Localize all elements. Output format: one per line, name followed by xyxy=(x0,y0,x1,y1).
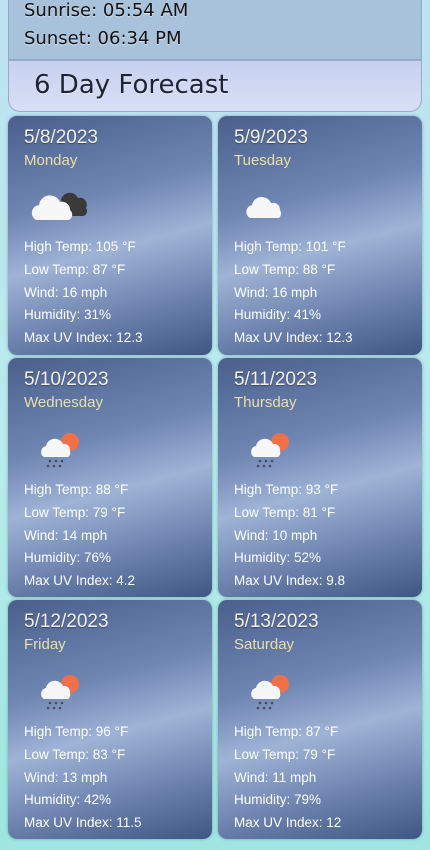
max-uv-index: Max UV Index: 12 xyxy=(234,815,342,830)
max-uv-index: Max UV Index: 9.8 xyxy=(234,573,346,588)
sun-rain-icon xyxy=(251,675,289,710)
sunset-text: Sunset: 06:34 PM xyxy=(24,28,182,49)
forecast-date: 5/8/2023 xyxy=(24,127,98,148)
forecast-day: Tuesday xyxy=(234,152,291,169)
forecast-card-1: 5/9/2023 Tuesday High Temp: 101 °F Low T… xyxy=(218,116,422,355)
max-uv-index: Max UV Index: 4.2 xyxy=(24,573,136,588)
cloud-icon xyxy=(246,196,282,218)
humidity: Humidity: 31% xyxy=(24,307,112,322)
forecast-date: 5/10/2023 xyxy=(24,369,109,390)
low-temp: Low Temp: 83 °F xyxy=(24,747,126,762)
forecast-date: 5/9/2023 xyxy=(234,127,308,148)
humidity: Humidity: 52% xyxy=(234,550,322,565)
sun-times-panel: Sunrise: 05:54 AM Sunset: 06:34 PM xyxy=(8,0,422,60)
humidity: Humidity: 42% xyxy=(24,792,112,807)
low-temp: Low Temp: 88 °F xyxy=(234,262,336,277)
high-temp: High Temp: 105 °F xyxy=(24,239,136,254)
forecast-card-4: 5/12/2023 Friday High Temp: 96 °F Low Te… xyxy=(8,600,212,839)
low-temp: Low Temp: 79 °F xyxy=(234,747,336,762)
forecast-day: Thursday xyxy=(234,394,297,411)
forecast-card-2: 5/10/2023 Wednesday High Temp: 88 °F Low… xyxy=(8,358,212,597)
wind-speed: Wind: 14 mph xyxy=(24,528,108,543)
low-temp: Low Temp: 79 °F xyxy=(24,505,126,520)
forecast-header: 6 Day Forecast xyxy=(8,60,422,112)
wind-speed: Wind: 10 mph xyxy=(234,528,318,543)
forecast-card-5: 5/13/2023 Saturday High Temp: 87 °F Low … xyxy=(218,600,422,839)
sun-rain-icon xyxy=(41,675,79,710)
high-temp: High Temp: 96 °F xyxy=(24,724,129,739)
high-temp: High Temp: 101 °F xyxy=(234,239,346,254)
sun-rain-icon xyxy=(41,433,79,468)
forecast-card-0: 5/8/2023 Monday High Temp: 105 °F Low Te… xyxy=(8,116,212,355)
humidity: Humidity: 41% xyxy=(234,307,322,322)
forecast-day: Friday xyxy=(24,636,66,653)
wind-speed: Wind: 11 mph xyxy=(234,770,317,785)
cloudy-icon xyxy=(31,192,88,220)
forecast-card-3: 5/11/2023 Thursday High Temp: 93 °F Low … xyxy=(218,358,422,597)
max-uv-index: Max UV Index: 12.3 xyxy=(234,330,353,345)
high-temp: High Temp: 93 °F xyxy=(234,482,339,497)
forecast-day: Saturday xyxy=(234,636,295,653)
high-temp: High Temp: 87 °F xyxy=(234,724,339,739)
sunrise-text: Sunrise: 05:54 AM xyxy=(24,0,189,21)
forecast-day: Monday xyxy=(24,152,78,169)
high-temp: High Temp: 88 °F xyxy=(24,482,129,497)
wind-speed: Wind: 13 mph xyxy=(24,770,108,785)
humidity: Humidity: 76% xyxy=(24,550,112,565)
humidity: Humidity: 79% xyxy=(234,792,322,807)
wind-speed: Wind: 16 mph xyxy=(234,285,318,300)
max-uv-index: Max UV Index: 12.3 xyxy=(24,330,143,345)
forecast-day: Wednesday xyxy=(24,394,103,411)
low-temp: Low Temp: 81 °F xyxy=(234,505,336,520)
max-uv-index: Max UV Index: 11.5 xyxy=(24,815,142,830)
forecast-title: 6 Day Forecast xyxy=(34,70,229,100)
forecast-date: 5/13/2023 xyxy=(234,611,319,632)
forecast-date: 5/11/2023 xyxy=(234,369,318,390)
forecast-date: 5/12/2023 xyxy=(24,611,109,632)
wind-speed: Wind: 16 mph xyxy=(24,285,108,300)
low-temp: Low Temp: 87 °F xyxy=(24,262,126,277)
sun-rain-icon xyxy=(251,433,289,468)
